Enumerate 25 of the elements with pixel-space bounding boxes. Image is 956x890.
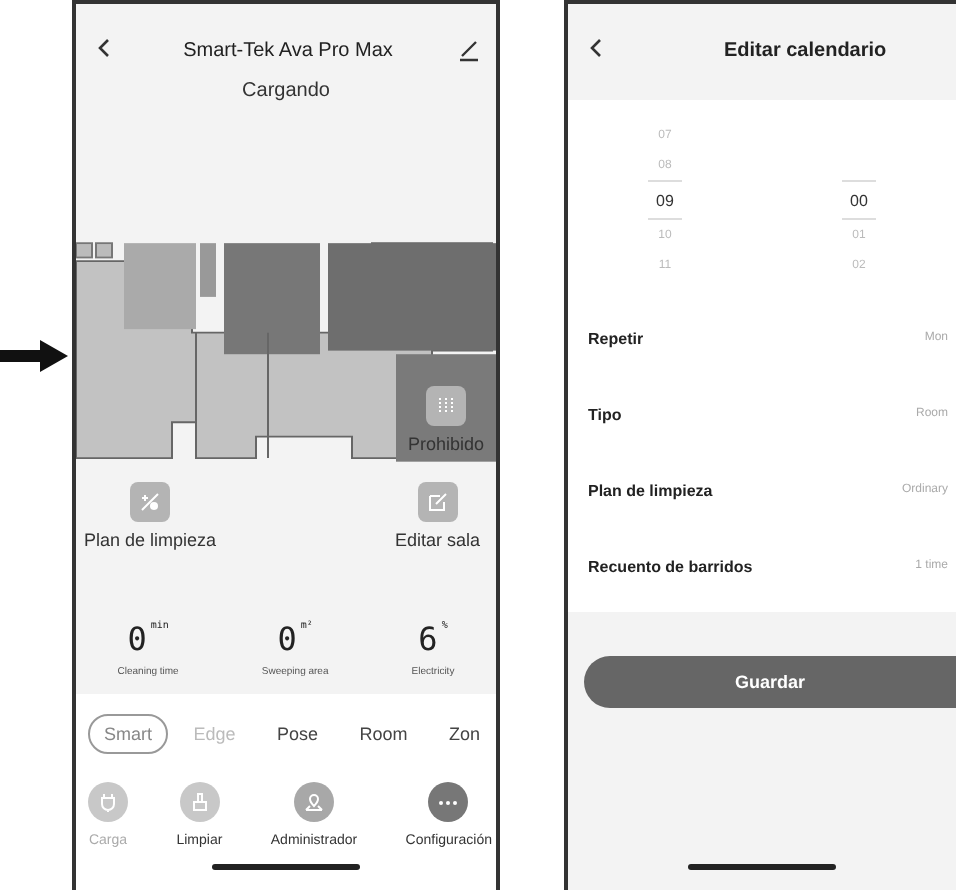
more-icon (438, 799, 459, 805)
forbidden-zone-icon (435, 396, 456, 416)
setting-label: Repetir (588, 329, 644, 347)
minute-option[interactable]: 00 (842, 180, 876, 220)
device-title: Smart-Tek Ava Pro Max (183, 39, 393, 61)
brush-icon (189, 792, 210, 812)
edit-room-button[interactable]: Editar sala (394, 482, 480, 550)
setting-label: Plan de limpieza (588, 481, 713, 499)
mode-tab[interactable]: Room (343, 714, 424, 754)
setting-label: Tipo (588, 405, 622, 423)
mode-tab[interactable]: Smart (88, 714, 169, 754)
cleaning-plan-icon (140, 492, 161, 512)
plug-icon (98, 792, 118, 812)
edit-icon (427, 492, 448, 512)
status-text: Cargando (240, 80, 332, 102)
mode-tab[interactable]: Pose (260, 714, 334, 754)
hour-option[interactable]: 09 (648, 180, 682, 220)
edit-name-button[interactable] (455, 38, 480, 62)
save-button[interactable]: Guardar (584, 656, 956, 708)
setting-label: Recuento de barridos (588, 557, 753, 575)
screen-title: Editar calendario (724, 39, 887, 61)
map-pin-icon (303, 792, 324, 812)
arrow-icon (0, 339, 68, 371)
mode-tab[interactable]: Zon (432, 714, 496, 754)
cleaning-plan-button[interactable]: Plan de limpieza (84, 482, 217, 550)
